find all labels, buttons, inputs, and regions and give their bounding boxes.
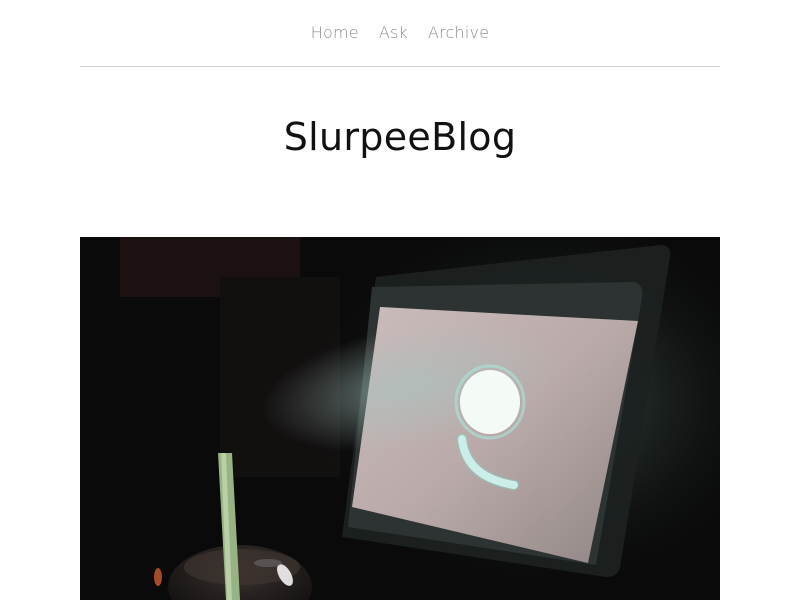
nav-link-ask[interactable]: Ask bbox=[379, 23, 408, 44]
top-navigation: Home Ask Archive bbox=[80, 0, 720, 67]
post-photo[interactable] bbox=[80, 237, 720, 600]
post-photo-graphic bbox=[80, 237, 720, 600]
page: Home Ask Archive SlurpeeBlog bbox=[0, 0, 800, 600]
nav-link-archive[interactable]: Archive bbox=[428, 23, 489, 44]
blog-title[interactable]: SlurpeeBlog bbox=[0, 112, 800, 162]
nav-link-home[interactable]: Home bbox=[311, 23, 359, 44]
